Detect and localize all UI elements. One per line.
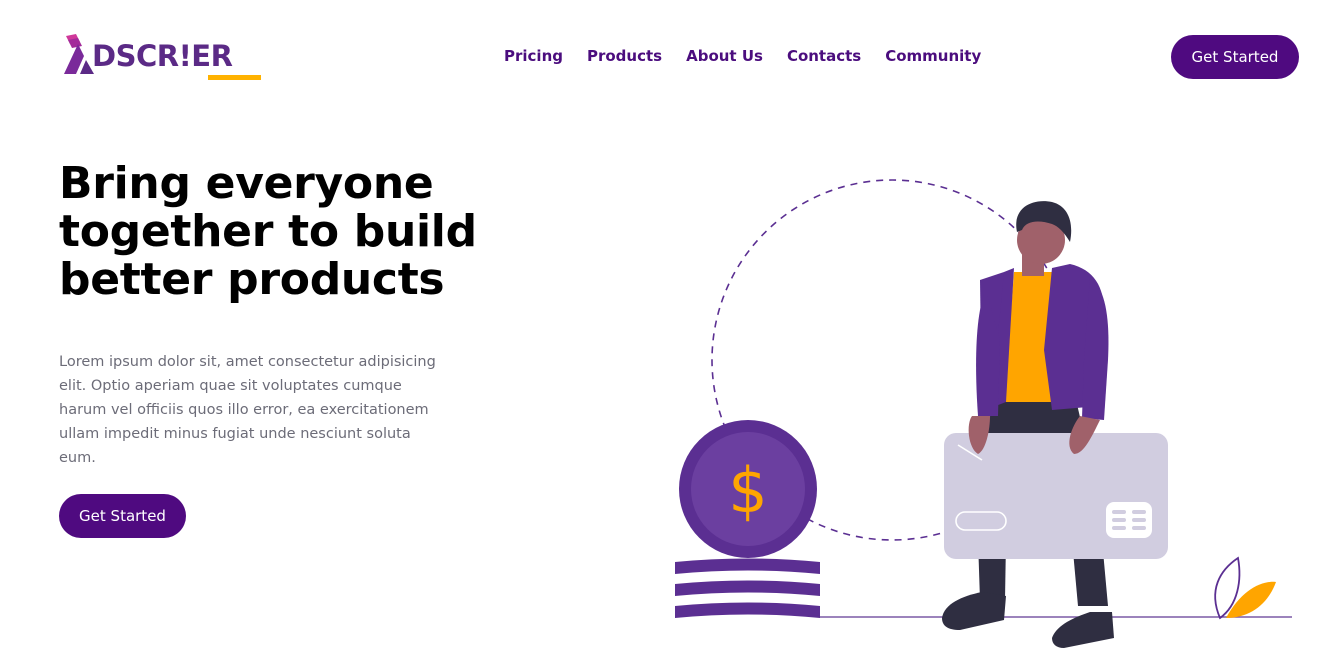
coin-dollar-symbol: $ [728, 454, 767, 527]
logo-mark-icon [64, 34, 94, 74]
plant-icon [1214, 556, 1276, 620]
hero-description: Lorem ipsum dolor sit, amet consectetur … [59, 354, 436, 466]
header-get-started-button[interactable]: Get Started [1171, 35, 1299, 79]
nav-item-contacts[interactable]: Contacts [787, 47, 861, 65]
hero-title: Bring everyone together to build better … [59, 158, 477, 305]
nav-item-pricing[interactable]: Pricing [504, 47, 563, 65]
main-nav: Pricing Products About Us Contacts Commu… [504, 47, 981, 65]
nav-item-community[interactable]: Community [885, 47, 981, 65]
logo-text: DSCR!ER [92, 39, 233, 73]
coin-stack-icon: $ [675, 420, 820, 618]
nav-item-products[interactable]: Products [587, 47, 662, 65]
nav-item-about-us[interactable]: About Us [686, 47, 763, 65]
hero-illustration: $ [675, 179, 1292, 648]
hero-get-started-button[interactable]: Get Started [59, 494, 186, 538]
brand-logo[interactable]: DSCR!ER [62, 32, 262, 82]
logo-underline [208, 75, 261, 80]
